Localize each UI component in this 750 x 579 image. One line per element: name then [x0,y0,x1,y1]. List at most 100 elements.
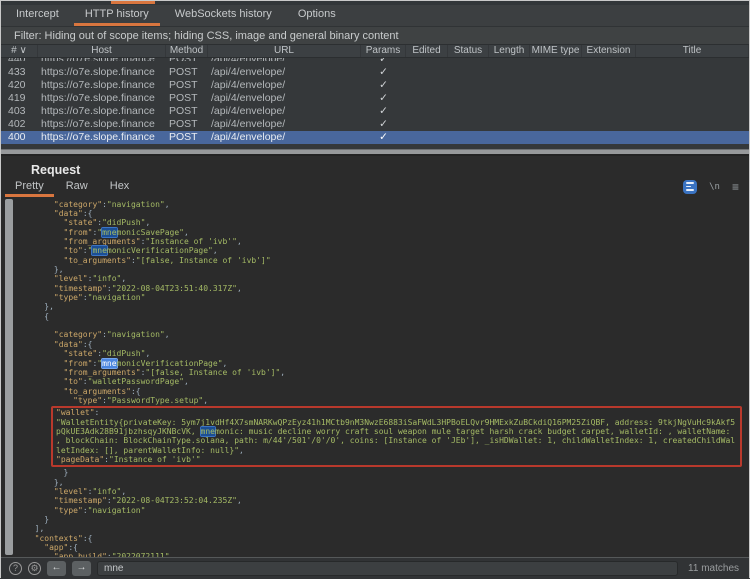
cell: POST [166,118,208,131]
cell [582,92,636,105]
cell: /api/4/envelope/ [208,79,361,92]
code-line: } [25,468,745,477]
cell: POST [166,58,208,61]
newline-toggle-icon[interactable]: \n [709,182,720,192]
history-row-403[interactable]: 403https://o7e.slope.financePOST/api/4/e… [1,105,749,118]
prev-match-button[interactable]: ← [47,561,66,576]
cell: /api/4/envelope/ [208,118,361,131]
column-header[interactable]: Length [489,45,530,57]
cell [448,66,489,79]
code-line: }, [25,265,745,274]
cell [406,58,448,61]
code-line: "type":"navigation" [25,506,745,515]
cell: https://o7e.slope.finance [38,105,166,118]
code-line: "level":"info", [25,274,745,283]
cell [582,58,636,61]
code-line: "to_arguments":"[false, Instance of 'ivb… [25,256,745,265]
request-body-editor[interactable]: "category":"navigation", "data":{ "state… [1,197,749,557]
search-match: mne [201,427,215,436]
filter-text: Filter: Hiding out of scope items; hidin… [14,30,399,42]
cell [530,58,582,61]
history-row-420[interactable]: 420https://o7e.slope.financePOST/api/4/e… [1,79,749,92]
cell [489,105,530,118]
search-match: mne [92,246,106,255]
search-match: mne [102,359,116,368]
column-header[interactable]: Params [361,45,406,57]
next-match-button[interactable]: → [72,561,91,576]
help-icon[interactable]: ? [9,562,22,575]
panel-menu-icon[interactable]: ≡ [732,182,739,192]
column-header[interactable]: # ∨ [1,45,38,57]
column-header[interactable]: Title [636,45,749,57]
cell [582,79,636,92]
cell: /api/4/envelope/ [208,105,361,118]
cell [636,79,749,92]
code-line: "category":"navigation", [25,330,745,339]
pretty-print-icon[interactable] [683,180,697,194]
history-table-header: # ∨HostMethodURLParamsEditedStatusLength… [1,45,749,58]
request-view-icons: \n ≡ [683,178,739,196]
column-header[interactable]: MIME type [530,45,582,57]
settings-gear-icon[interactable]: ⚙ [28,562,41,575]
cell [636,118,749,131]
cell [530,79,582,92]
filter-bar[interactable]: Filter: Hiding out of scope items; hidin… [1,26,749,45]
code-line: "timestamp":"2022-08-04T23:52:04.235Z", [25,496,745,505]
history-row-419[interactable]: 419https://o7e.slope.financePOST/api/4/e… [1,92,749,105]
tab-pretty[interactable]: Pretty [4,178,55,196]
column-header[interactable]: Host [38,45,166,57]
code-line: "type":"navigation" [25,293,745,302]
cell [406,131,448,144]
code-line: "app":{ [25,543,745,552]
cell: /api/4/envelope/ [208,92,361,105]
cell: POST [166,79,208,92]
code-line: "from_arguments":"[false, Instance of 'i… [25,368,745,377]
tab-intercept[interactable]: Intercept [3,5,72,26]
cell: 403 [1,105,38,118]
cell [489,118,530,131]
cell: https://o7e.slope.finance [38,118,166,131]
history-row-402[interactable]: 402https://o7e.slope.financePOST/api/4/e… [1,118,749,131]
cell: https://o7e.slope.finance [38,66,166,79]
tab-http-history[interactable]: HTTP history [72,5,162,26]
cell [448,92,489,105]
cell [448,118,489,131]
request-view-tabs-row: PrettyRawHex \n ≡ [1,178,749,196]
tab-options[interactable]: Options [285,5,349,26]
tab-raw[interactable]: Raw [55,178,99,196]
cell [636,66,749,79]
code-lines-after: } }, "level":"info", "timestamp":"2022-0… [25,468,745,557]
code-line: "state":"didPush", [25,349,745,358]
code-line: }, [25,302,745,311]
http-history-table: # ∨HostMethodURLParamsEditedStatusLength… [1,45,749,149]
tab-websockets-history[interactable]: WebSockets history [162,5,285,26]
code-line: "WalletEntity{privateKey: 5ym7j1vdHf4X7s… [56,418,737,455]
code-line: }, [25,478,745,487]
cell: ✓ [361,92,406,105]
search-input[interactable] [97,561,678,576]
tab-hex[interactable]: Hex [99,178,141,196]
cell [489,79,530,92]
column-header[interactable]: Edited [406,45,448,57]
cell: ✓ [361,105,406,118]
code-line: "from":"mnemonicSavePage", [25,228,745,237]
code-line: { [25,312,745,321]
column-header[interactable]: URL [208,45,361,57]
history-row-433[interactable]: 433https://o7e.slope.financePOST/api/4/e… [1,66,749,79]
request-body-code: "category":"navigation", "data":{ "state… [25,200,745,557]
column-header[interactable]: Extension [582,45,636,57]
cell [582,131,636,144]
wallet-annotation-box: "wallet":"WalletEntity{privateKey: 5ym7j… [51,406,742,467]
cell [489,66,530,79]
cell [636,58,749,61]
history-row-400[interactable]: 400https://o7e.slope.financePOST/api/4/e… [1,131,749,144]
column-header[interactable]: Status [448,45,489,57]
column-header[interactable]: Method [166,45,208,57]
history-row-440[interactable]: 440https://o7e.slope.financePOST/api/4/e… [1,58,749,66]
code-line: "state":"didPush", [25,218,745,227]
cell [489,92,530,105]
code-line: "category":"navigation", [25,200,745,209]
code-line: "timestamp":"2022-08-04T23:51:40.317Z", [25,284,745,293]
cell: https://o7e.slope.finance [38,131,166,144]
code-line: "type":"PasswordType.setup", [25,396,745,405]
